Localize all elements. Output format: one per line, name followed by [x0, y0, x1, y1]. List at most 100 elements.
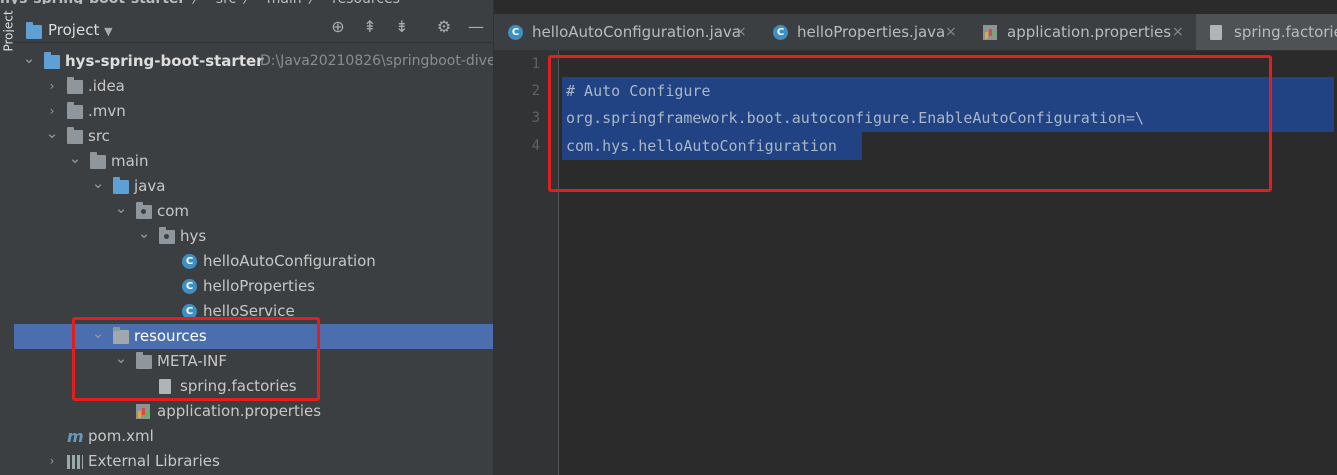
- chevron-down-icon[interactable]: ⌄: [91, 174, 105, 193]
- tree-item-label: pom.xml: [88, 427, 154, 445]
- package-icon: [159, 227, 175, 244]
- properties-icon: [983, 25, 997, 40]
- class-icon: C: [182, 304, 197, 319]
- close-icon[interactable]: ×: [735, 14, 747, 50]
- editor-tab[interactable]: spring.factories: [1196, 14, 1337, 50]
- tree-item[interactable]: ⌄ java: [14, 174, 493, 199]
- chevron-down-icon[interactable]: ⌄: [68, 149, 82, 168]
- tree-item[interactable]: › External Libraries: [14, 449, 493, 474]
- folder-icon: [136, 352, 152, 369]
- tool-window-strip: Project: [0, 4, 16, 475]
- chevron-right-icon[interactable]: ›: [45, 74, 59, 99]
- chevron-down-icon[interactable]: ⌄: [114, 199, 128, 218]
- editor-tab-label: spring.factories: [1234, 23, 1337, 41]
- folder-icon: [67, 77, 83, 94]
- project-icon: [26, 22, 42, 39]
- tree-item-label: spring.factories: [180, 377, 297, 395]
- resources-folder-icon: [113, 327, 129, 344]
- gear-icon[interactable]: ⚙: [434, 17, 454, 37]
- class-icon: C: [182, 279, 197, 294]
- folder-icon: [90, 152, 106, 169]
- code-line[interactable]: # Auto Configure: [566, 77, 711, 105]
- tree-item-label: hys: [180, 227, 207, 245]
- project-panel-header: Project ▼ ⊕ ⇞ ⇟ ⚙ —: [14, 4, 493, 43]
- editor-tab[interactable]: ChelloAutoConfiguration.java ×: [494, 14, 759, 50]
- tree-item[interactable]: › .idea: [14, 74, 493, 99]
- minimize-icon[interactable]: —: [466, 17, 486, 37]
- tree-item-label: helloService: [203, 302, 295, 320]
- tree-item[interactable]: ChelloService: [14, 299, 493, 324]
- chevron-right-icon[interactable]: ›: [45, 449, 59, 474]
- line-gutter: 1 2 3 4: [494, 50, 559, 475]
- line-number: 4: [531, 138, 540, 154]
- line-number: 3: [531, 110, 540, 126]
- class-icon: C: [773, 25, 788, 40]
- package-icon: [136, 202, 152, 219]
- collapse-all-icon[interactable]: ⇞: [360, 17, 380, 37]
- tree-item[interactable]: ChelloAutoConfiguration: [14, 249, 493, 274]
- tree-item[interactable]: › .mvn: [14, 99, 493, 124]
- chevron-down-icon[interactable]: ⌄: [22, 49, 36, 68]
- project-panel: Project ▼ ⊕ ⇞ ⇟ ⚙ — ⌄ hys-spring-boot-sta…: [14, 4, 496, 475]
- maven-icon: m: [67, 427, 84, 446]
- tree-item-label: main: [111, 152, 149, 170]
- line-number: 1: [531, 56, 540, 72]
- chevron-down-icon: ▼: [104, 25, 113, 38]
- tree-item-label: META-INF: [157, 352, 228, 370]
- line-number: 2: [531, 83, 540, 99]
- chevron-down-icon[interactable]: ⌄: [45, 124, 59, 143]
- source-folder-icon: [113, 177, 129, 194]
- editor-tab[interactable]: application.properties ×: [969, 14, 1196, 50]
- tree-item-label: hys-spring-boot-starter: [65, 52, 264, 70]
- close-icon[interactable]: ×: [945, 14, 957, 50]
- code-line[interactable]: org.springframework.boot.autoconfigure.E…: [566, 104, 1144, 132]
- folder-icon: [67, 127, 83, 144]
- chevron-down-icon[interactable]: ⌄: [137, 224, 151, 243]
- tree-item[interactable]: ⌄ resources: [14, 324, 493, 349]
- editor-tab[interactable]: ChelloProperties.java ×: [759, 14, 969, 50]
- properties-icon: [136, 404, 150, 419]
- tree-item-label: src: [88, 127, 110, 145]
- chevron-right-icon[interactable]: ›: [45, 99, 59, 124]
- chevron-down-icon[interactable]: ⌄: [91, 324, 105, 343]
- tree-item[interactable]: ChelloProperties: [14, 274, 493, 299]
- project-path: D:\Java20210826\springboot-dive: [260, 53, 496, 69]
- editor-tab-label: helloAutoConfiguration.java: [532, 23, 741, 41]
- tree-item[interactable]: ⌄ com: [14, 199, 493, 224]
- expand-all-icon[interactable]: ⇟: [392, 17, 412, 37]
- tree-item[interactable]: application.properties: [14, 399, 493, 424]
- tree-item-label: .idea: [88, 77, 125, 95]
- editor-tab-label: helloProperties.java: [797, 23, 946, 41]
- libraries-icon: [67, 455, 83, 469]
- tree-item[interactable]: ⌄ META-INF: [14, 349, 493, 374]
- tree-item[interactable]: ⌄ hys-spring-boot-starter D:\Java20210826\…: [14, 49, 496, 74]
- tree-item-label: application.properties: [157, 402, 322, 420]
- tree-item[interactable]: m pom.xml: [14, 424, 493, 449]
- tree-item[interactable]: ⌄ hys: [14, 224, 493, 249]
- tree-item[interactable]: ⌄ src: [14, 124, 493, 149]
- tree-item-label: resources: [134, 327, 207, 345]
- target-icon[interactable]: ⊕: [328, 17, 348, 37]
- code-line[interactable]: com.hys.helloAutoConfiguration: [566, 132, 837, 160]
- chevron-down-icon[interactable]: ⌄: [114, 349, 128, 368]
- tree-item-label: com: [157, 202, 190, 220]
- tree-item-label: helloProperties: [203, 277, 316, 295]
- tree-item-label: java: [134, 177, 166, 195]
- module-folder-icon: [44, 52, 60, 69]
- file-icon: [159, 379, 171, 394]
- project-view-selector[interactable]: Project ▼: [48, 21, 113, 39]
- tree-item[interactable]: ⌄ main: [14, 149, 493, 174]
- editor-area: ChelloAutoConfiguration.java × ChelloPrope…: [493, 0, 1337, 475]
- tree-item[interactable]: spring.factories: [14, 374, 493, 399]
- class-icon: C: [182, 254, 197, 269]
- project-title: Project: [48, 21, 100, 39]
- class-icon: C: [508, 25, 523, 40]
- tree-item-label: External Libraries: [88, 452, 220, 470]
- editor-tab-label: application.properties: [1007, 23, 1172, 41]
- file-icon: [1210, 25, 1222, 40]
- editor-tabs: ChelloAutoConfiguration.java × ChelloPrope…: [494, 14, 1337, 51]
- tree-item-label: helloAutoConfiguration: [203, 252, 376, 270]
- folder-icon: [67, 102, 83, 119]
- tree-item-label: .mvn: [88, 102, 126, 120]
- close-icon[interactable]: ×: [1172, 14, 1184, 50]
